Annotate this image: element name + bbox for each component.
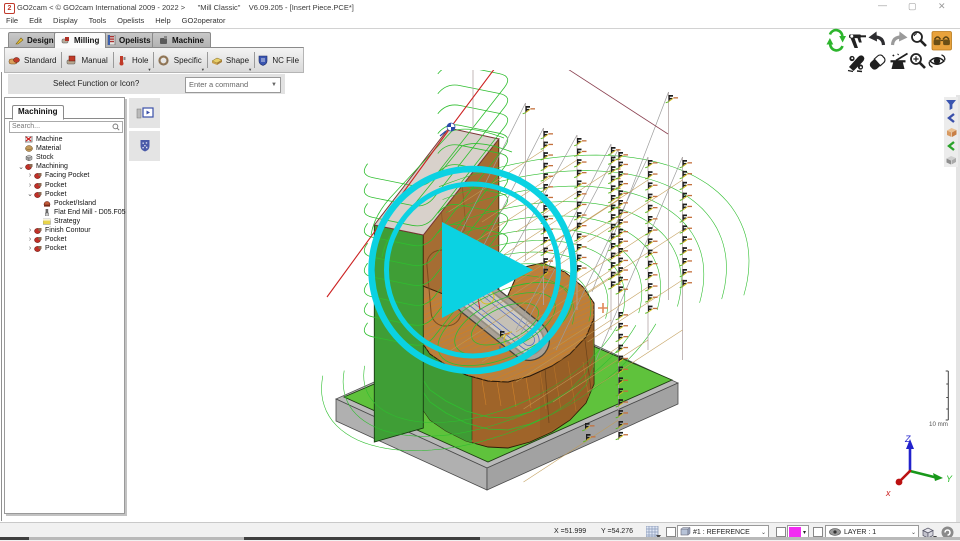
- svg-text:x: x: [885, 488, 891, 498]
- svg-text:Z: Z: [904, 434, 911, 444]
- svg-text:Y: Y: [946, 474, 953, 484]
- svg-text:10 mm: 10 mm: [929, 421, 948, 428]
